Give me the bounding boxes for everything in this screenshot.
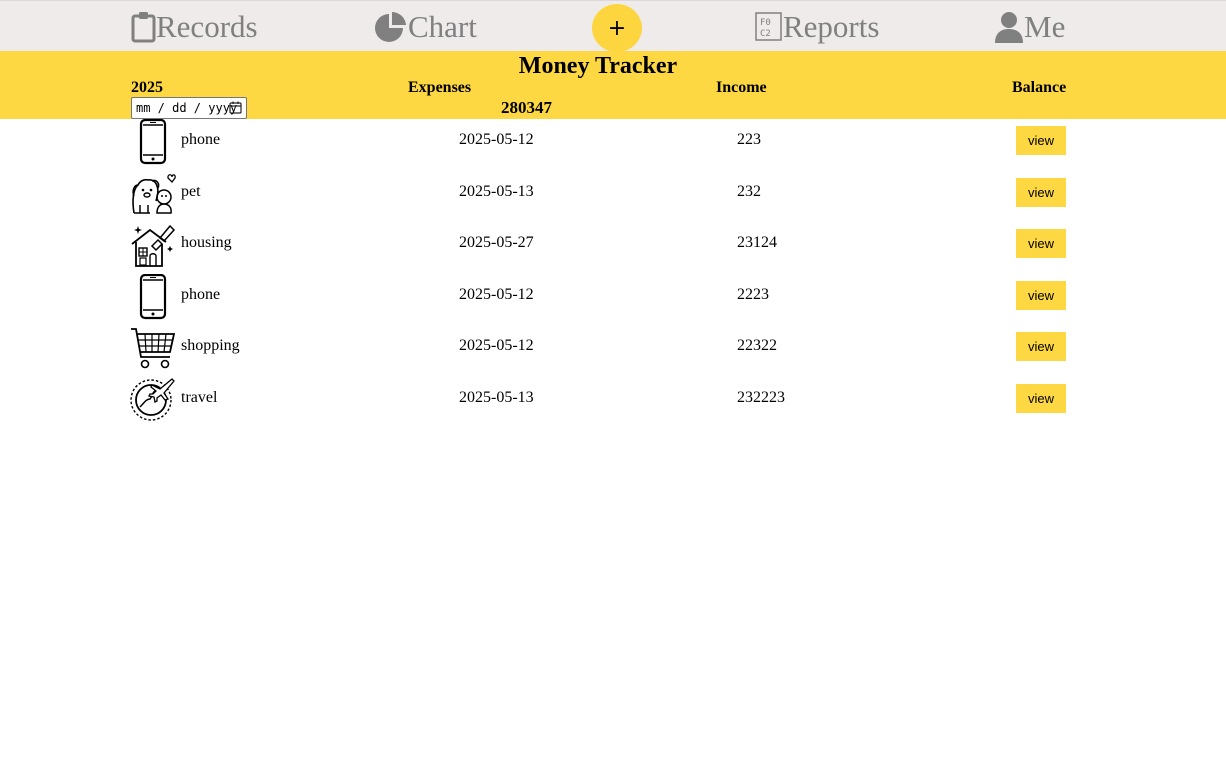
view-button[interactable]: view (1016, 281, 1066, 310)
record-amount: 232 (737, 183, 761, 200)
record-amount: 232223 (737, 389, 785, 406)
category-name: housing (181, 234, 232, 251)
housing-icon (130, 222, 176, 268)
category-name: phone (181, 131, 221, 148)
record-row: shopping 2025-05-12 22322 view (0, 325, 1226, 375)
record-amount: 23124 (737, 234, 777, 251)
phone-icon (130, 273, 176, 320)
pet-icon (130, 171, 176, 217)
view-button[interactable]: view (1016, 332, 1066, 361)
expenses-label: Expenses (408, 79, 472, 96)
travel-icon (130, 377, 176, 423)
record-date: 2025-05-27 (459, 234, 534, 251)
date-picker-input[interactable]: mm / dd / yyyy (131, 97, 247, 119)
svg-text:F0: F0 (760, 18, 771, 28)
nav-chart-label: Chart (408, 9, 477, 44)
record-date: 2025-05-12 (459, 131, 534, 148)
nav-me-label: Me (1024, 9, 1066, 44)
svg-text:C2: C2 (760, 29, 771, 39)
view-button[interactable]: view (1016, 384, 1066, 413)
app-title: Money Tracker (518, 53, 678, 79)
phone-icon (130, 118, 176, 165)
record-row: housing 2025-05-27 23124 view (0, 222, 1226, 272)
top-nav: Records Chart + F0 C2 Reports Me (0, 0, 1226, 52)
balance-label: Balance (1012, 79, 1067, 96)
pie-chart-icon (374, 11, 408, 43)
summary-header: Money Tracker 2025 Expenses Income Balan… (0, 51, 1226, 119)
view-button[interactable]: view (1016, 229, 1066, 258)
category-name: pet (181, 183, 201, 200)
date-placeholder: mm / dd / yyyy (136, 101, 238, 115)
expenses-total: 280347 (501, 98, 552, 117)
category-name: shopping (181, 337, 240, 354)
view-button[interactable]: view (1016, 178, 1066, 207)
record-row: travel 2025-05-13 232223 view (0, 377, 1226, 427)
record-amount: 223 (737, 131, 761, 148)
calendar-icon[interactable] (229, 101, 242, 117)
nav-reports[interactable]: F0 C2 Reports (755, 7, 879, 47)
add-record-button[interactable]: + (592, 4, 642, 52)
nav-me[interactable]: Me (994, 7, 1065, 47)
shopping-cart-icon (130, 325, 176, 371)
record-date: 2025-05-13 (459, 183, 534, 200)
record-amount: 2223 (737, 286, 769, 303)
clipboard-icon (131, 11, 156, 43)
nav-records[interactable]: Records (131, 7, 258, 47)
category-name: phone (181, 286, 221, 303)
reports-icon: F0 C2 (755, 12, 783, 42)
record-row: pet 2025-05-13 232 view (0, 171, 1226, 221)
category-name: travel (181, 389, 218, 406)
income-label: Income (716, 79, 767, 96)
record-date: 2025-05-12 (459, 337, 534, 354)
record-date: 2025-05-13 (459, 389, 534, 406)
nav-chart[interactable]: Chart (374, 7, 477, 47)
record-amount: 22322 (737, 337, 777, 354)
nav-records-label: Records (156, 9, 258, 44)
record-row: phone 2025-05-12 223 view (0, 118, 1226, 169)
user-icon (994, 11, 1024, 43)
year-label: 2025 (131, 79, 163, 96)
nav-reports-label: Reports (783, 9, 880, 44)
view-button[interactable]: view (1016, 126, 1066, 155)
record-row: phone 2025-05-12 2223 view (0, 273, 1226, 324)
record-date: 2025-05-12 (459, 286, 534, 303)
